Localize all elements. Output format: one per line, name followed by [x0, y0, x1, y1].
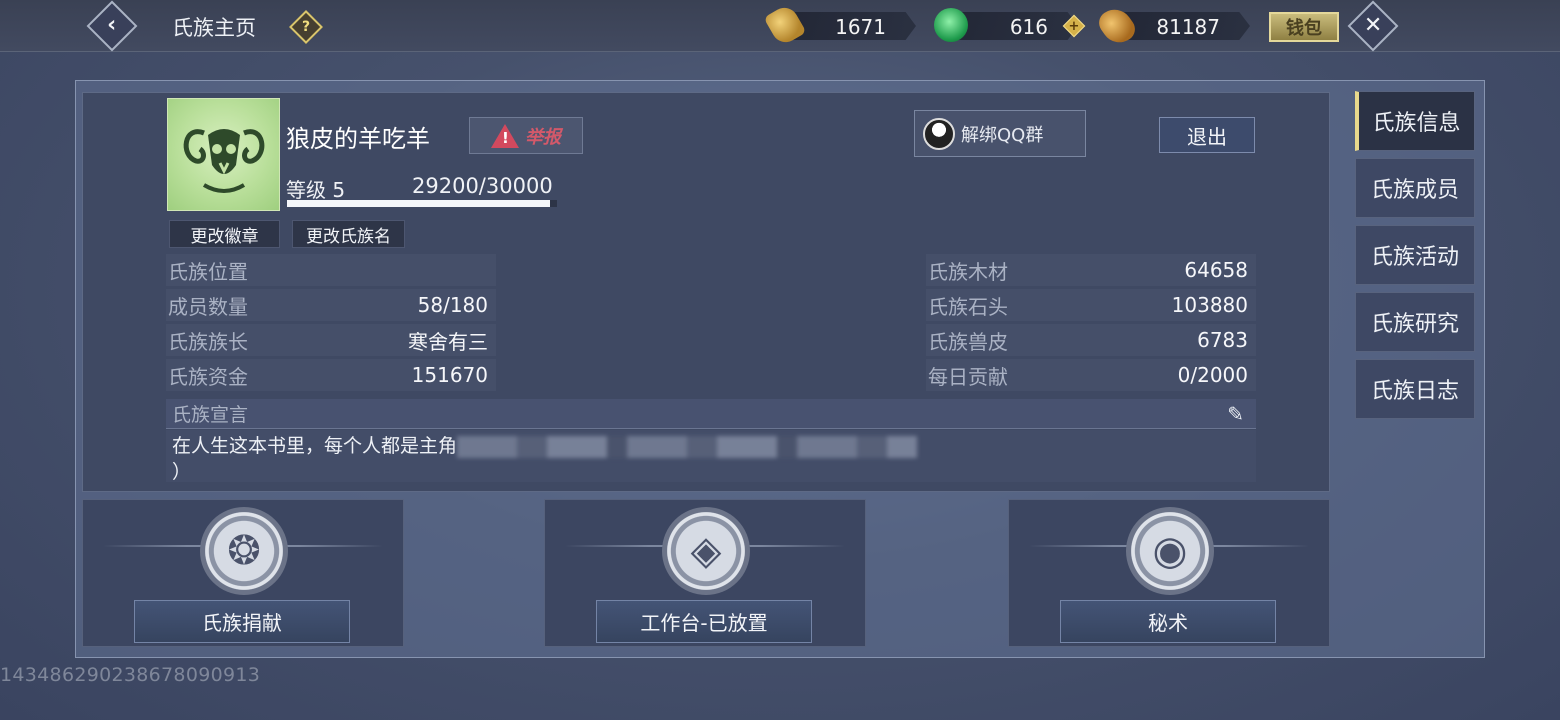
stat-row-location: 氏族位置: [166, 254, 496, 286]
declaration-title: 氏族宣言: [172, 404, 249, 426]
change-badge-button[interactable]: 更改徽章: [169, 220, 280, 248]
sidebar-item-clan-info[interactable]: 氏族信息: [1355, 91, 1475, 151]
stat-row-leader: 氏族族长 寒舍有三: [166, 324, 496, 356]
currency-feather: 81187: [1116, 12, 1250, 40]
exp-progress-bar: [287, 200, 557, 207]
stat-label: 氏族木材: [928, 259, 1008, 284]
donate-card: ❂ 氏族捐献: [82, 499, 404, 647]
sidebar-item-clan-log[interactable]: 氏族日志: [1355, 359, 1475, 419]
stat-row-stone: 氏族石头 103880: [926, 289, 1256, 321]
stat-row-funds: 氏族资金 151670: [166, 359, 496, 391]
stat-label: 氏族兽皮: [928, 329, 1008, 354]
currency-jade-value: 616: [1009, 15, 1048, 39]
stat-label: 每日贡献: [928, 364, 1008, 389]
clan-exp-text: 29200/30000: [412, 174, 553, 198]
workbench-button[interactable]: 工作台-已放置: [596, 600, 812, 643]
question-icon: ?: [301, 19, 311, 35]
jade-icon: [934, 8, 968, 42]
stat-value: 151670: [411, 363, 488, 387]
stat-label: 氏族位置: [168, 259, 248, 284]
clan-name: 狼皮的羊吃羊: [286, 125, 430, 153]
stat-label: 成员数量: [168, 294, 248, 319]
ram-skull-icon: [183, 128, 264, 193]
currency-gold-value: 1671: [835, 15, 886, 39]
exp-progress-fill: [287, 200, 550, 207]
stat-label: 氏族资金: [168, 364, 248, 389]
plus-icon: +: [1068, 18, 1080, 34]
stat-value: 58/180: [417, 293, 488, 317]
stat-row-members: 成员数量 58/180: [166, 289, 496, 321]
declaration-text-line: 在人生这本书里，每个人都是主角: [172, 435, 458, 457]
stat-value: 0/2000: [1177, 363, 1248, 387]
stat-value: 寒舍有三: [408, 329, 488, 354]
report-button[interactable]: 举报: [469, 117, 583, 154]
declaration-text-end: ）: [172, 461, 192, 483]
wallet-button[interactable]: 钱包: [1269, 12, 1339, 42]
eye-wave-icon: ◉: [1126, 507, 1214, 595]
close-icon: ✕: [1363, 13, 1383, 38]
chevron-left-icon: ‹: [107, 12, 117, 38]
clan-level: 等级 5: [286, 178, 346, 202]
currency-feather-value: 81187: [1156, 15, 1220, 39]
blurred-content: [457, 435, 918, 458]
sidebar-item-clan-research[interactable]: 氏族研究: [1355, 292, 1475, 352]
stat-value: 103880: [1171, 293, 1248, 317]
unbind-qq-label: 解绑QQ群: [961, 124, 1044, 146]
stat-row-wood: 氏族木材 64658: [926, 254, 1256, 286]
user-id: 143486290238678090913: [0, 664, 261, 686]
unbind-qq-button[interactable]: 解绑QQ群: [914, 110, 1086, 157]
edit-brush-icon[interactable]: ✎: [1227, 402, 1244, 426]
swirl-icon: ❂: [200, 507, 288, 595]
declaration-header: 氏族宣言 ✎: [166, 399, 1256, 429]
donate-button[interactable]: 氏族捐献: [134, 600, 350, 643]
stat-label: 氏族族长: [168, 329, 248, 354]
page-title: 氏族主页: [172, 16, 256, 40]
crystal-icon: ◈: [662, 507, 750, 595]
qq-penguin-icon: [923, 117, 955, 150]
stat-row-daily-contribution: 每日贡献 0/2000: [926, 359, 1256, 391]
clan-emblem: [167, 98, 280, 211]
warning-icon: [491, 123, 519, 148]
sidebar-item-clan-members[interactable]: 氏族成员: [1355, 158, 1475, 218]
report-label: 举报: [525, 126, 561, 148]
secret-art-card: ◉ 秘术: [1008, 499, 1330, 647]
stat-value: 6783: [1197, 328, 1248, 352]
secret-art-button[interactable]: 秘术: [1060, 600, 1276, 643]
rename-clan-button[interactable]: 更改氏族名: [292, 220, 405, 248]
sidebar-item-clan-activity[interactable]: 氏族活动: [1355, 225, 1475, 285]
workbench-card: ◈ 工作台-已放置: [544, 499, 866, 647]
stat-value: 64658: [1184, 258, 1248, 282]
quit-clan-button[interactable]: 退出: [1159, 117, 1255, 153]
declaration-text: 在人生这本书里，每个人都是主角 ）: [166, 430, 1256, 483]
stat-row-hide: 氏族兽皮 6783: [926, 324, 1256, 356]
currency-gold: 1671: [786, 12, 916, 40]
stat-label: 氏族石头: [928, 294, 1008, 319]
